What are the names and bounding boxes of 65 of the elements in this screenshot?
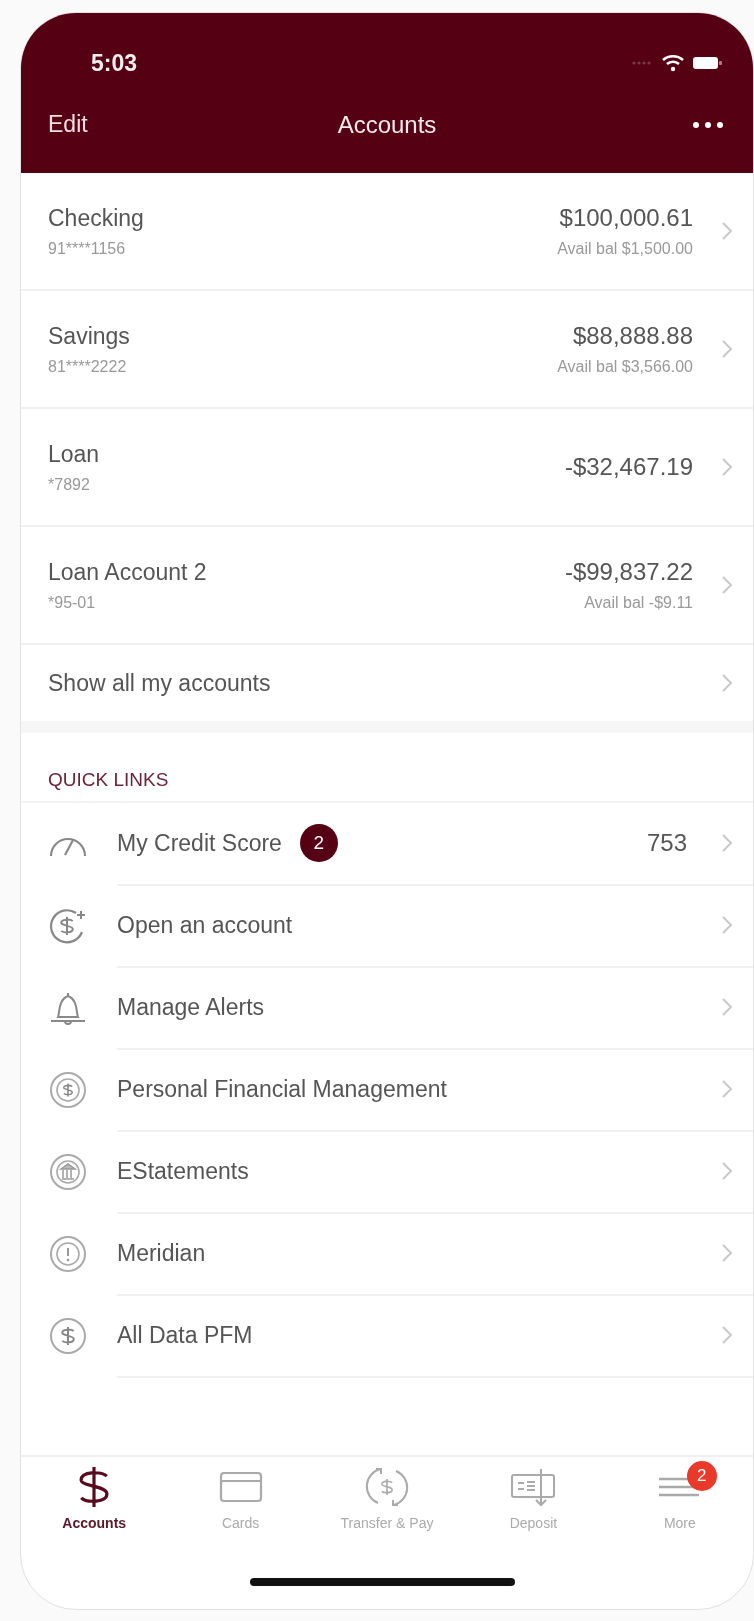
dollar-circle-icon [48,1316,88,1356]
exclamation-circle-icon [48,1234,88,1274]
account-balance: $88,888.88 [572,322,693,350]
notification-badge: 2 [686,1461,717,1491]
quick-link-label: Meridian [117,1239,206,1267]
chevron-icon [721,457,733,477]
account-row[interactable]: Checking 91****1156 $100,000.61 Avail bal $1,500.00 [21,173,753,291]
tab-item[interactable]: Accounts [21,1459,168,1555]
dollar-plus-icon [48,906,88,946]
quick-link-label: Personal Financial Management [117,1075,447,1103]
quick-link-row[interactable]: Personal Financial Management [21,1049,753,1131]
wifi-icon [661,54,685,72]
account-balance: $100,000.61 [559,204,693,232]
more-options-icon[interactable] [691,119,725,130]
notification-badge: 2 [299,824,338,862]
available-balance: Avail bal $3,566.00 [557,358,693,376]
quick-link-label: EStatements [117,1157,249,1185]
account-name: Loan Account 2 [48,558,208,586]
battery-icon [693,55,723,71]
show-all-accounts-row[interactable]: Show all my accounts [21,645,753,721]
quick-link-row[interactable]: All Data PFM [21,1295,753,1377]
quick-link-label: My Credit Score [117,829,282,857]
account-row[interactable]: Loan *7892 -$32,467.19 [21,409,753,527]
chevron-icon [721,1243,733,1263]
quick-link-label: Open an account [117,911,293,939]
tab-item[interactable]: 2 More [606,1459,753,1555]
edit-button[interactable]: Edit [48,111,88,138]
quick-link-row[interactable]: Open an account [21,885,753,967]
chevron-icon [721,221,733,241]
bank-icon [48,1152,88,1192]
available-balance: Avail bal $1,500.00 [557,240,693,258]
show-all-label: Show all my accounts [48,669,271,697]
account-row[interactable]: Savings 81****2222 $88,888.88 Avail bal $3,566.00 [21,291,753,409]
status-time: 5:03 [91,49,138,77]
chevron-icon [721,997,733,1017]
account-number: *95-01 [48,593,97,612]
chevron-icon [721,673,733,693]
screen-title: Accounts [337,111,437,139]
account-name: Savings [48,322,131,350]
chevron-icon [721,339,733,359]
account-name: Checking [48,204,145,232]
account-balance: -$99,837.22 [564,558,693,586]
dollar-coin-icon [48,1070,88,1110]
account-number: 91****1156 [48,239,127,258]
chevron-icon [721,1325,733,1345]
account-row[interactable]: Loan Account 2 *95-01 -$99,837.22 Avail bal -$9.11 [21,527,753,645]
quick-link-label: Manage Alerts [117,993,265,1021]
quick-link-row[interactable]: Manage Alerts [21,967,753,1049]
quick-link-row[interactable]: Meridian [21,1213,753,1295]
chevron-icon [721,833,733,853]
account-name: Loan [48,440,101,468]
available-balance: Avail bal -$9.11 [584,594,693,612]
chevron-icon [721,1161,733,1181]
account-number: *7892 [48,475,91,494]
chevron-icon [721,1079,733,1099]
account-balance: -$32,467.19 [564,453,693,481]
credit-score-value: 753 [646,829,687,857]
account-number: 81****2222 [48,357,128,376]
chevron-icon [721,915,733,935]
quick-link-row[interactable]: EStatements [21,1131,753,1213]
quick-link-row[interactable]: My Credit Score 2 753 [21,803,753,885]
signal-icon [631,60,653,66]
section-heading: QUICK LINKS [48,769,169,791]
quick-link-label: All Data PFM [117,1321,253,1349]
chevron-icon [721,575,733,595]
